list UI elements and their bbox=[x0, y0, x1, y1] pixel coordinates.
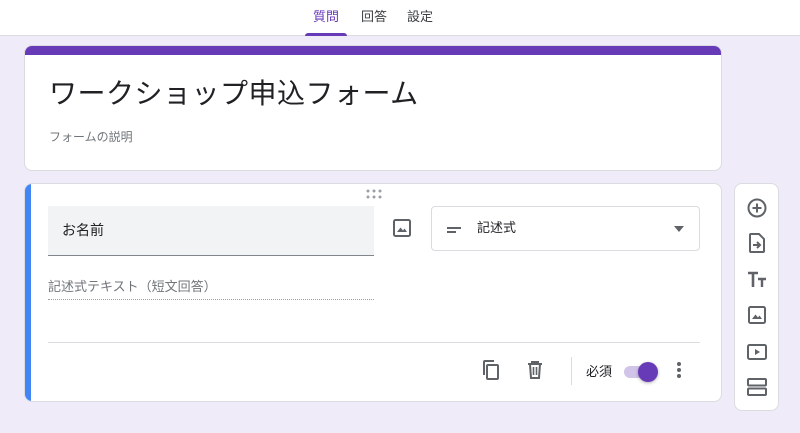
trash-icon[interactable] bbox=[523, 358, 547, 382]
short-answer-icon bbox=[446, 221, 464, 239]
drag-handle-icon[interactable] bbox=[365, 189, 383, 199]
footer-separator bbox=[571, 357, 572, 385]
form-title-card[interactable]: ワークショップ申込フォーム フォームの説明 bbox=[24, 45, 722, 171]
question-title-input[interactable]: お名前 bbox=[48, 206, 374, 256]
tab-responses[interactable]: 回答 bbox=[356, 0, 392, 36]
tab-settings[interactable]: 設定 bbox=[402, 0, 438, 36]
add-circle-icon[interactable] bbox=[745, 196, 769, 220]
toggle-thumb bbox=[638, 362, 658, 382]
import-icon[interactable] bbox=[745, 231, 769, 255]
required-toggle[interactable] bbox=[622, 362, 658, 382]
question-type-dropdown[interactable]: 記述式 bbox=[431, 206, 700, 251]
side-toolbar bbox=[734, 183, 779, 411]
more-vert-icon[interactable] bbox=[667, 358, 691, 382]
active-question-indicator bbox=[25, 184, 31, 401]
footer-divider bbox=[48, 342, 700, 343]
section-icon[interactable] bbox=[745, 375, 769, 399]
form-title[interactable]: ワークショップ申込フォーム bbox=[49, 72, 419, 112]
short-answer-placeholder: 記述式テキスト（短文回答） bbox=[48, 276, 374, 300]
chevron-down-icon bbox=[673, 224, 685, 234]
question-type-label: 記述式 bbox=[477, 221, 517, 236]
video-icon[interactable] bbox=[745, 340, 769, 364]
title-text-icon[interactable] bbox=[745, 268, 769, 292]
question-card[interactable]: お名前 記述式 記述式テキスト（短文回答） 必須 bbox=[24, 183, 722, 402]
image-icon[interactable] bbox=[745, 303, 769, 327]
required-label: 必須 bbox=[586, 365, 613, 380]
image-icon[interactable] bbox=[390, 216, 414, 240]
top-tab-bar: 質問 回答 設定 bbox=[0, 0, 800, 36]
form-description[interactable]: フォームの説明 bbox=[49, 128, 133, 145]
tab-questions[interactable]: 質問 bbox=[305, 0, 347, 36]
title-card-accent bbox=[25, 46, 721, 55]
duplicate-icon[interactable] bbox=[479, 358, 503, 382]
